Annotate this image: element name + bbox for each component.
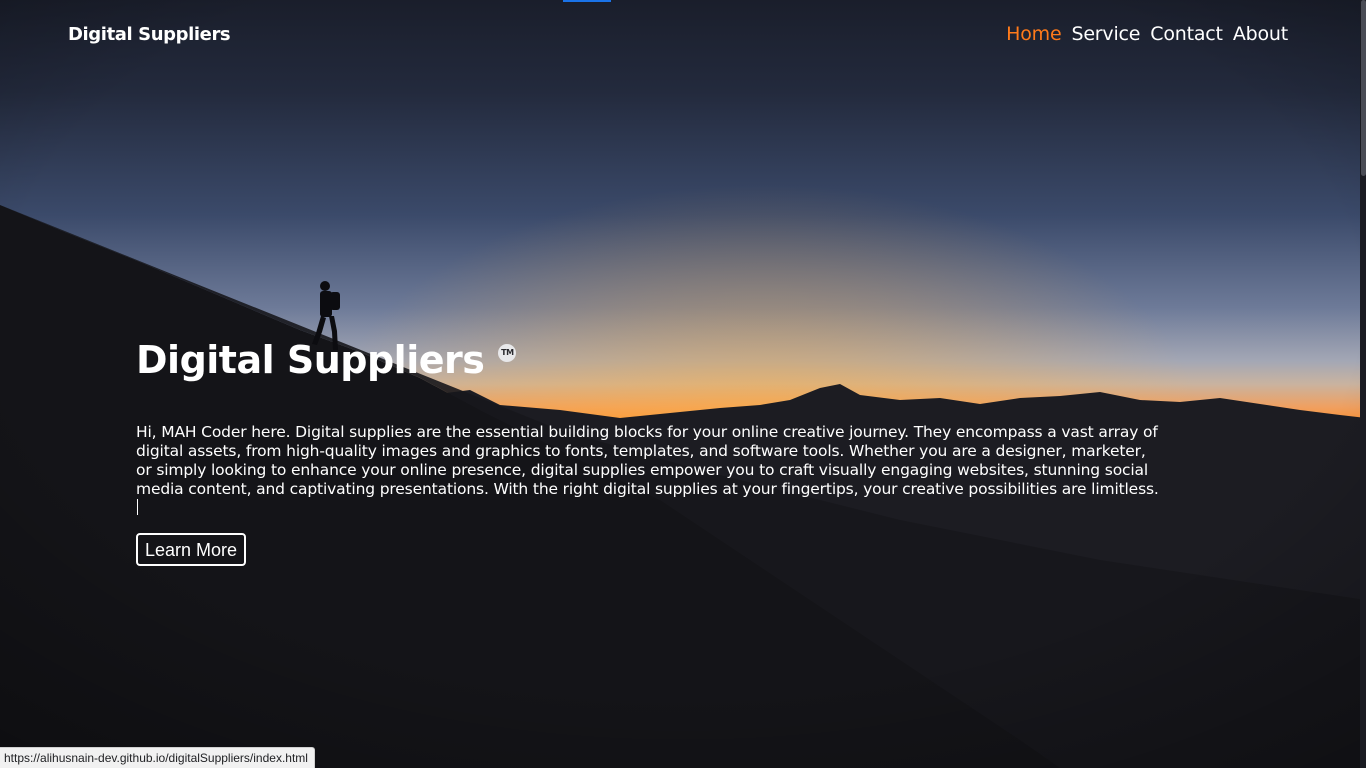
loading-indicator <box>563 0 611 2</box>
main-nav: Home Service Contact About <box>1006 21 1288 47</box>
text-cursor <box>137 499 138 515</box>
status-bar-url: https://alihusnain-dev.github.io/digital… <box>0 747 315 768</box>
hero-title-block: Digital Suppliers TM <box>136 335 517 385</box>
hero-title: Digital Suppliers <box>136 338 485 382</box>
hero-description: Hi, MAH Coder here. Digital supplies are… <box>136 423 1160 518</box>
vertical-scrollbar[interactable] <box>1360 0 1366 768</box>
nav-home-link[interactable]: Home <box>1006 21 1062 47</box>
nav-about-link[interactable]: About <box>1233 21 1288 47</box>
nav-service-link[interactable]: Service <box>1071 21 1140 47</box>
hero-description-text: Hi, MAH Coder here. Digital supplies are… <box>136 423 1159 498</box>
site-logo[interactable]: Digital Suppliers <box>68 23 231 47</box>
trademark-badge-icon: TM <box>498 344 517 362</box>
nav-contact-link[interactable]: Contact <box>1150 21 1223 47</box>
scrollbar-thumb[interactable] <box>1361 0 1366 176</box>
learn-more-button[interactable]: Learn More <box>136 533 246 566</box>
